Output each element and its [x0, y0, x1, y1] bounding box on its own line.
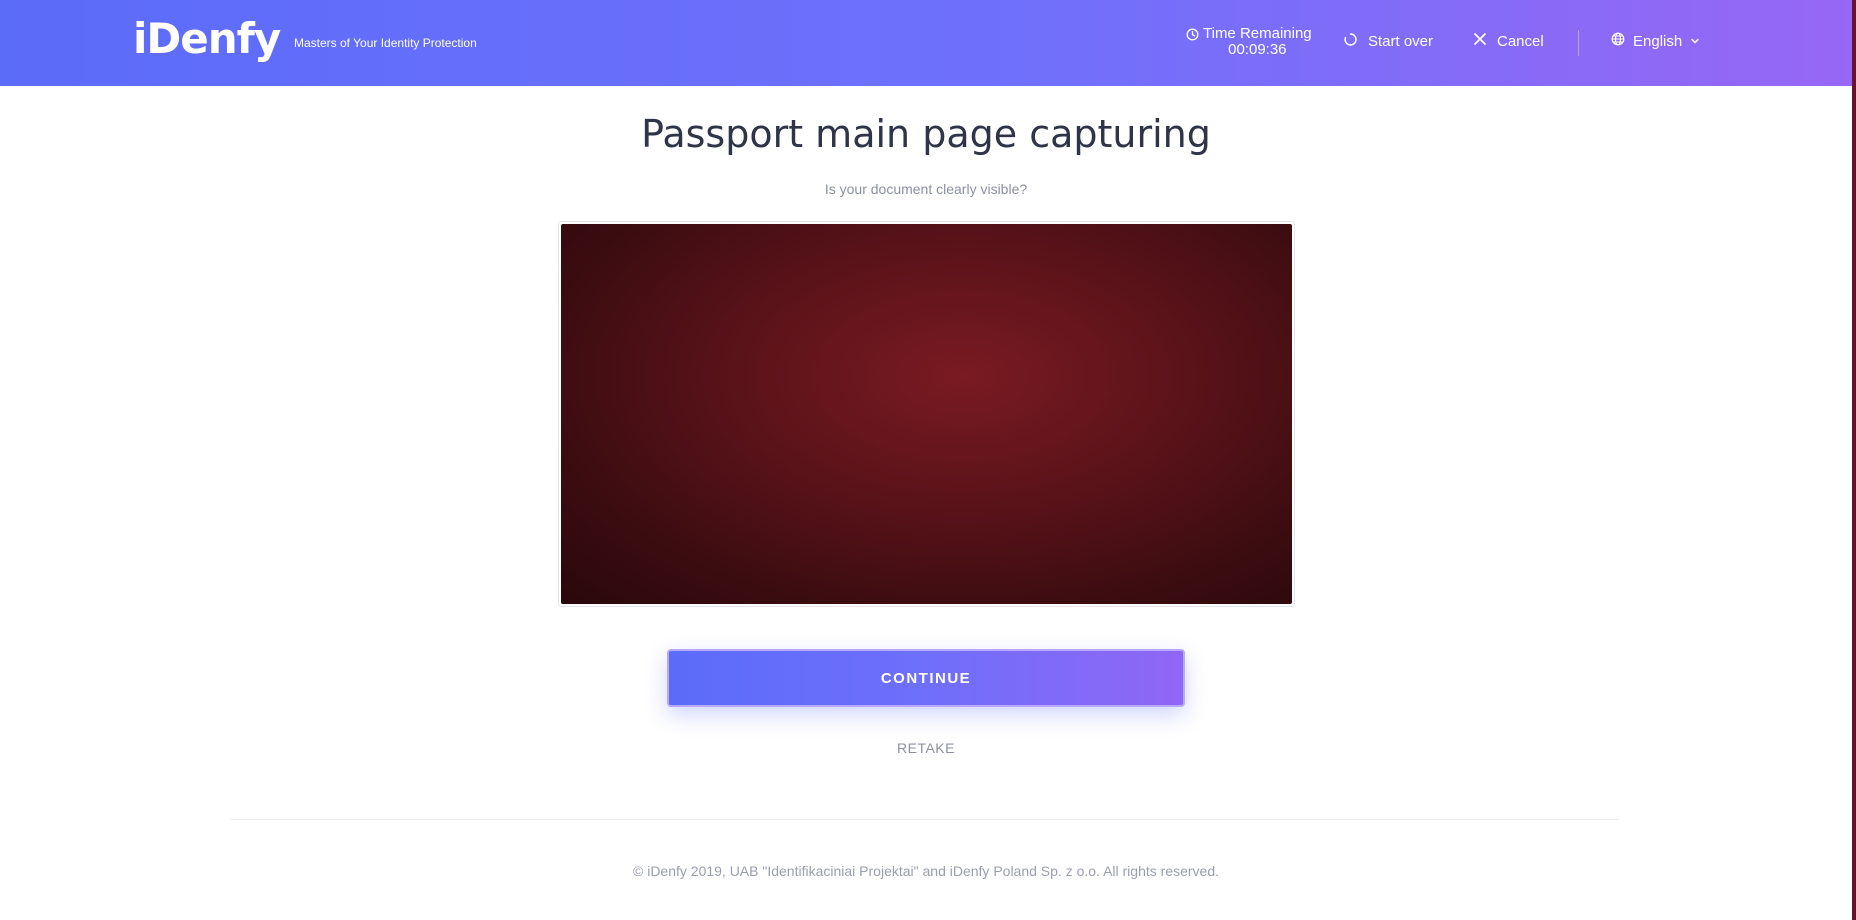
captured-document-image — [561, 224, 1292, 604]
timer-value: 00:09:36 — [1228, 41, 1287, 58]
page-title: Passport main page capturing — [641, 112, 1211, 156]
refresh-icon — [1343, 32, 1358, 51]
cancel-button[interactable]: Cancel — [1473, 32, 1544, 50]
idenfy-logo[interactable]: iDenfy — [133, 14, 281, 63]
footer-copyright: © iDenfy 2019, UAB "Identifikaciniai Pro… — [633, 863, 1219, 879]
footer-divider — [230, 819, 1619, 820]
document-preview-frame — [558, 221, 1295, 607]
start-over-button[interactable]: Start over — [1343, 32, 1433, 51]
globe-icon — [1611, 32, 1625, 50]
window-edge-strip — [1852, 0, 1856, 920]
timer-label: Time Remaining — [1203, 25, 1312, 42]
page: iDenfy Masters of Your Identity Protecti… — [0, 0, 1856, 920]
start-over-label: Start over — [1368, 33, 1434, 50]
continue-button[interactable]: CONTINUE — [667, 649, 1185, 707]
close-icon — [1473, 32, 1487, 50]
header-divider — [1578, 30, 1579, 56]
header-bar: iDenfy Masters of Your Identity Protecti… — [0, 0, 1852, 86]
language-selector[interactable]: English — [1611, 32, 1700, 50]
clock-icon — [1186, 28, 1199, 45]
language-label: English — [1633, 32, 1683, 50]
tagline: Masters of Your Identity Protection — [294, 36, 477, 50]
cancel-label: Cancel — [1497, 32, 1544, 50]
chevron-down-icon — [1690, 33, 1700, 50]
time-remaining: Time Remaining 00:09:36 — [1186, 26, 1312, 58]
retake-button[interactable]: RETAKE — [0, 740, 1852, 756]
page-subtitle: Is your document clearly visible? — [824, 181, 1028, 197]
